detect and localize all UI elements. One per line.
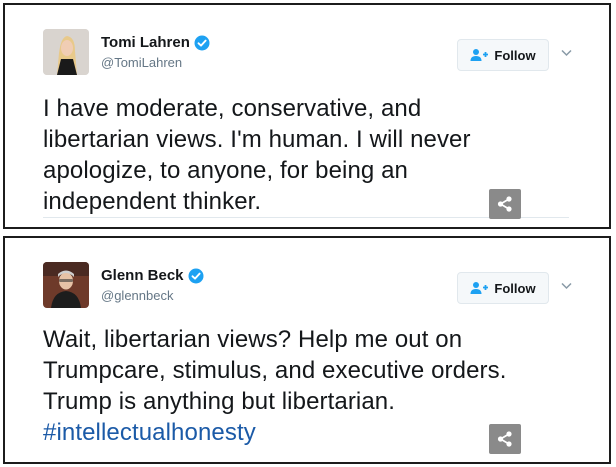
avatar[interactable] bbox=[43, 29, 89, 75]
user-handle[interactable]: @glennbeck bbox=[101, 288, 173, 303]
tweet-card: Tomi Lahren @TomiLahren Follow I have mo… bbox=[3, 3, 611, 229]
user-handle[interactable]: @TomiLahren bbox=[101, 55, 182, 70]
share-icon bbox=[497, 431, 512, 447]
tweet-text-line: apologize, to anyone, for being an bbox=[43, 157, 409, 184]
verified-badge-icon bbox=[188, 268, 204, 283]
follow-label: Follow bbox=[494, 47, 536, 63]
tweet-card: Glenn Beck @glennbeck Follow Wait, liber… bbox=[3, 236, 611, 464]
tweet-text-line: I have moderate, conservative, and bbox=[43, 95, 422, 122]
chevron-down-icon[interactable] bbox=[561, 282, 572, 290]
follow-label: Follow bbox=[494, 280, 536, 296]
share-button[interactable] bbox=[489, 424, 521, 454]
display-name[interactable]: Tomi Lahren bbox=[101, 34, 190, 51]
add-user-icon bbox=[470, 282, 489, 294]
share-button[interactable] bbox=[489, 189, 521, 219]
follow-button[interactable]: Follow bbox=[457, 272, 549, 304]
chevron-down-icon[interactable] bbox=[561, 49, 572, 57]
tweet-text-line: libertarian views. I'm human. I will nev… bbox=[43, 126, 471, 153]
tweet-text-line: Wait, libertarian views? Help me out on bbox=[43, 326, 463, 353]
add-user-icon bbox=[470, 49, 489, 61]
display-name[interactable]: Glenn Beck bbox=[101, 267, 184, 284]
tweet-text-line: Trump is anything but libertarian. bbox=[43, 388, 396, 415]
verified-badge-icon bbox=[194, 35, 210, 50]
follow-button[interactable]: Follow bbox=[457, 39, 549, 71]
tweet-text-line: Trumpcare, stimulus, and executive order… bbox=[43, 357, 507, 384]
avatar[interactable] bbox=[43, 262, 89, 308]
share-icon bbox=[497, 196, 512, 212]
